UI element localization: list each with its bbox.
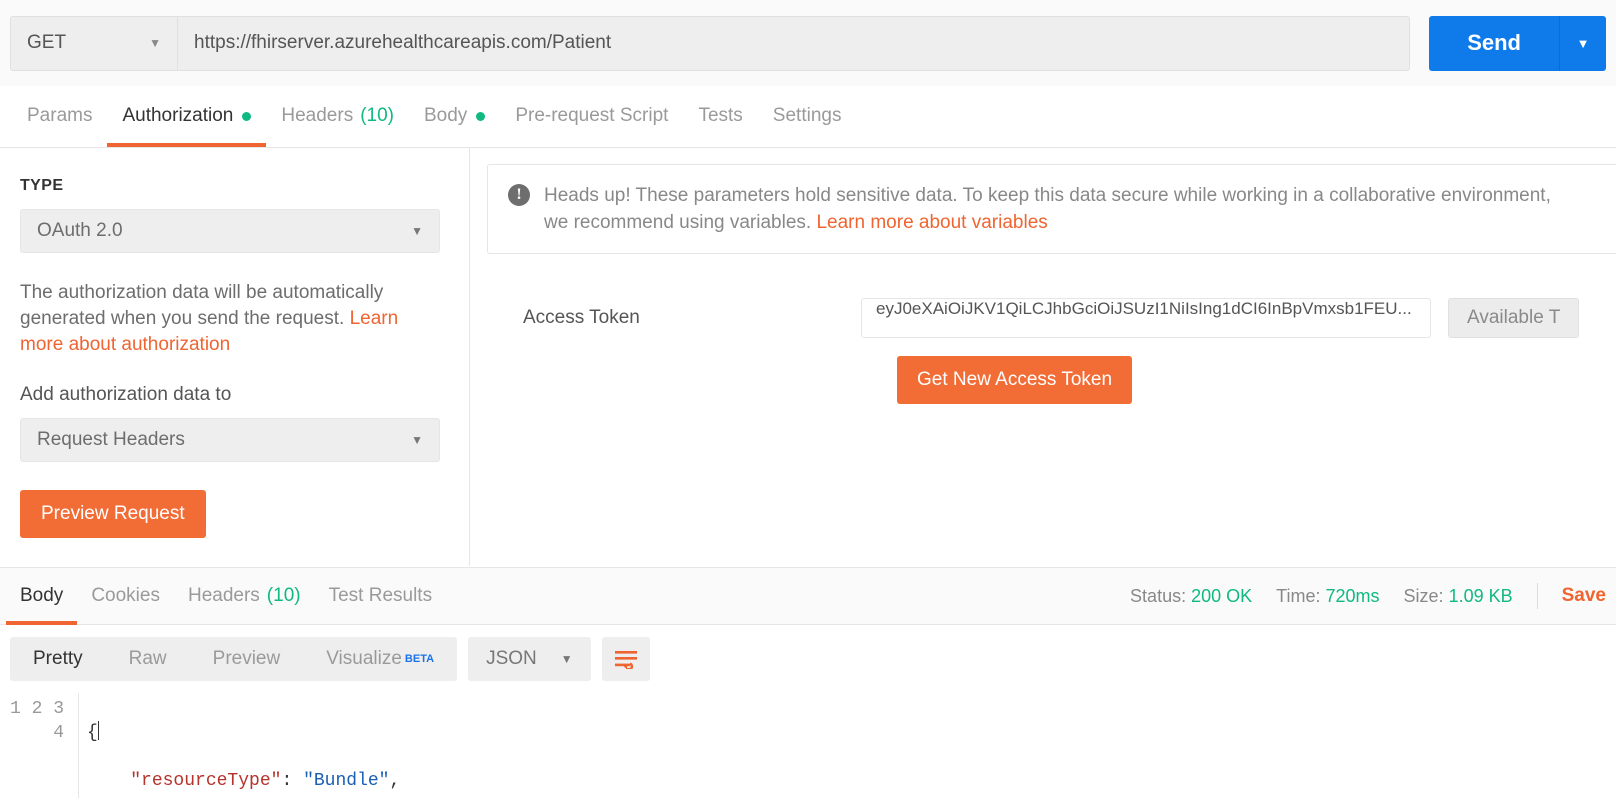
status-dot-icon [476, 111, 486, 121]
wrap-lines-icon [614, 651, 637, 669]
code-key: "resourceType" [130, 771, 282, 791]
view-mode-raw[interactable]: Raw [106, 637, 190, 681]
time-label: Time: [1276, 585, 1321, 606]
text-cursor [97, 721, 99, 740]
access-token-row: Access Token eyJ0eXAiOiJKV1QiLCJhbGciOiJ… [487, 298, 1616, 338]
status-value: 200 OK [1191, 585, 1253, 606]
view-mode-segmented-control: Pretty Raw Preview Visualize BETA [10, 637, 458, 681]
authorization-description: The authorization data will be automatic… [20, 280, 440, 358]
request-url-bar: GET ▼ Send ▼ [0, 0, 1616, 86]
time-badge: Time: 720ms [1276, 586, 1379, 607]
add-authorization-data-label: Add authorization data to [20, 384, 232, 405]
exclamation-circle-icon: ! [508, 184, 530, 206]
auth-type-dropdown[interactable]: OAuth 2.0 ▼ [20, 209, 440, 253]
tab-label: Cookies [91, 585, 160, 606]
code-tail: , [389, 771, 401, 791]
authorization-settings-column: TYPE OAuth 2.0 ▼ The authorization data … [0, 148, 470, 566]
tab-label: Body [20, 585, 64, 606]
code-line: { [87, 721, 1616, 745]
tab-headers[interactable]: Headers (10) [266, 85, 409, 147]
sensitive-data-notice-text: Heads up! These parameters hold sensitiv… [544, 182, 1554, 236]
get-new-access-token-button[interactable]: Get New Access Token [897, 356, 1133, 404]
authorization-details-column: ! Heads up! These parameters hold sensit… [471, 148, 1616, 566]
code-line-numbers: 1 2 3 4 [9, 699, 64, 743]
tab-authorization[interactable]: Authorization [107, 85, 267, 147]
beta-badge: BETA [404, 653, 435, 665]
tab-count-badge: (10) [266, 585, 301, 606]
response-body-toolbar: Pretty Raw Preview Visualize BETA JSON ▼ [0, 625, 1616, 693]
tab-label: Settings [772, 105, 842, 126]
http-method-value: GET [27, 32, 67, 53]
available-tokens-button[interactable]: Available T [1448, 298, 1580, 338]
sensitive-data-notice: ! Heads up! These parameters hold sensit… [487, 164, 1616, 254]
code-value: "Bundle" [303, 771, 390, 791]
learn-more-variables-link[interactable]: Learn more about variables [816, 212, 1047, 233]
tab-label: Pre-request Script [515, 105, 669, 126]
request-tab-strip: Params Authorization Headers (10) Body P… [0, 86, 1616, 148]
code-line: "resourceType": "Bundle", [87, 769, 1616, 793]
send-button-group: Send ▼ [1429, 15, 1606, 71]
tab-label: Tests [698, 105, 743, 126]
code-line-1-text: { [87, 723, 98, 743]
tab-label: Authorization [122, 105, 234, 126]
send-button[interactable]: Send [1429, 15, 1559, 71]
response-body-code-view[interactable]: 1 2 3 4 { "resourceType": "Bundle", "id"… [0, 693, 1616, 798]
tab-label: Body [424, 105, 468, 126]
chevron-down-icon: ▼ [560, 652, 573, 666]
send-options-chevron-down-icon[interactable]: ▼ [1559, 15, 1606, 71]
chevron-down-icon: ▼ [149, 36, 161, 50]
divider [1536, 583, 1538, 609]
view-mode-label: Raw [128, 648, 167, 669]
tab-pre-request-script[interactable]: Pre-request Script [500, 85, 683, 147]
chevron-down-icon: ▼ [411, 224, 423, 238]
http-method-dropdown[interactable]: GET ▼ [10, 15, 178, 71]
chevron-down-icon: ▼ [411, 433, 423, 447]
authorization-description-text: The authorization data will be automatic… [20, 282, 384, 329]
view-mode-visualize[interactable]: Visualize BETA [303, 637, 457, 681]
type-label: TYPE [20, 177, 64, 194]
auth-type-value: OAuth 2.0 [37, 220, 123, 241]
view-mode-preview[interactable]: Preview [190, 637, 304, 681]
tab-label: Params [27, 105, 93, 126]
size-value: 1.09 KB [1448, 585, 1513, 606]
tab-label: Test Results [328, 585, 433, 606]
response-format-dropdown[interactable]: JSON ▼ [468, 637, 591, 681]
size-label: Size: [1403, 585, 1444, 606]
authorization-panel: TYPE OAuth 2.0 ▼ The authorization data … [0, 148, 1616, 566]
response-tab-cookies[interactable]: Cookies [77, 567, 174, 625]
add-authorization-data-dropdown[interactable]: Request Headers ▼ [20, 418, 440, 462]
time-value: 720ms [1325, 585, 1380, 606]
view-mode-label: Preview [212, 648, 281, 669]
code-content[interactable]: { "resourceType": "Bundle", "id": "164a1… [78, 693, 1616, 798]
response-tab-body[interactable]: Body [6, 567, 78, 625]
response-tab-strip: Body Cookies Headers (10) Test Results S… [0, 567, 1616, 625]
tab-count-badge: (10) [360, 105, 394, 126]
tab-settings[interactable]: Settings [758, 85, 857, 147]
save-response-link[interactable]: Save [1562, 585, 1606, 607]
view-mode-label: Pretty [33, 648, 83, 669]
code-sep: : [281, 771, 304, 791]
response-tab-headers[interactable]: Headers (10) [174, 567, 315, 625]
add-authorization-data-value: Request Headers [37, 429, 185, 450]
status-badge: Status: 200 OK [1130, 586, 1252, 607]
response-metadata: Status: 200 OK Time: 720ms Size: 1.09 KB… [1130, 583, 1616, 609]
tab-body[interactable]: Body [409, 85, 500, 147]
preview-request-button[interactable]: Preview Request [20, 490, 206, 538]
request-url-input[interactable] [178, 15, 1411, 71]
size-badge: Size: 1.09 KB [1404, 586, 1513, 607]
tab-label: Headers [281, 105, 354, 126]
tab-tests[interactable]: Tests [683, 85, 757, 147]
tab-label: Headers [187, 585, 260, 606]
wrap-lines-button[interactable] [601, 637, 650, 681]
status-label: Status: [1130, 585, 1187, 606]
view-mode-label: Visualize [326, 648, 402, 669]
response-tab-test-results[interactable]: Test Results [315, 567, 446, 625]
status-dot-icon [242, 111, 252, 121]
response-format-value: JSON [486, 648, 537, 669]
access-token-label: Access Token [523, 307, 640, 328]
tab-params[interactable]: Params [12, 85, 107, 147]
access-token-input[interactable]: eyJ0eXAiOiJKV1QiLCJhbGciOiJSUzI1NiIsIng1… [861, 298, 1431, 338]
view-mode-pretty[interactable]: Pretty [10, 637, 106, 681]
